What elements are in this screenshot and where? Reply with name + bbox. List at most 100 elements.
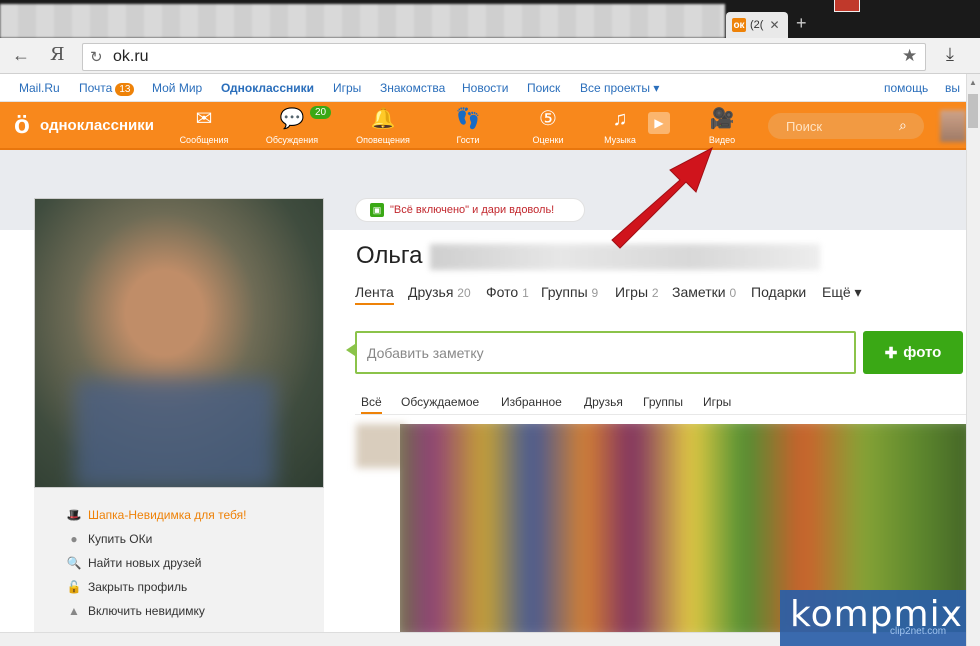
invisible-mode-link[interactable]: ▲ Включить невидимку xyxy=(66,604,205,618)
portal-link-games[interactable]: Игры xyxy=(333,81,361,95)
nav-music[interactable]: ♫ Музыка xyxy=(584,108,656,145)
left-menu-label[interactable]: Шапка-Невидимка для тебя! xyxy=(88,508,246,522)
bookmark-star-icon[interactable]: ★ xyxy=(902,46,917,66)
left-menu-label[interactable]: Закрыть профиль xyxy=(88,580,187,594)
back-arrow-icon[interactable]: ← xyxy=(12,45,30,66)
filter-all[interactable]: Всё xyxy=(361,395,382,414)
nav-notifications[interactable]: 🔔 Оповещения xyxy=(347,108,419,145)
filter-friends[interactable]: Друзья xyxy=(584,395,623,409)
nav-label: Сообщения xyxy=(179,135,229,145)
portal-link-moimir[interactable]: Мой Мир xyxy=(152,81,202,95)
new-tab-icon[interactable]: + xyxy=(796,14,807,32)
profile-photo[interactable] xyxy=(34,198,324,488)
music-icon: ♫ xyxy=(612,108,628,130)
filter-favorites[interactable]: Избранное xyxy=(501,395,562,409)
portal-link-search[interactable]: Поиск xyxy=(527,81,560,95)
filter-divider xyxy=(355,414,966,415)
portal-link-mail[interactable]: Почта 13 xyxy=(79,81,135,96)
tab-photos[interactable]: Фото 1 xyxy=(486,284,529,300)
search-friends-icon: 🔍 xyxy=(66,556,82,570)
discussions-count-badge: 20 xyxy=(310,106,332,119)
tab-label[interactable]: Ещё ▾ xyxy=(822,284,862,300)
promo-text[interactable]: "Всё включено" и дари вдоволь! xyxy=(390,204,554,216)
url-text[interactable]: ok.ru xyxy=(113,48,149,66)
tab-label[interactable]: Группы xyxy=(541,284,588,300)
nav-video[interactable]: 🎥 Видео xyxy=(686,108,758,145)
buy-oki-link[interactable]: ● Купить ОКи xyxy=(66,532,152,546)
promo-banner[interactable]: ▣ "Всё включено" и дари вдоволь! xyxy=(355,198,585,222)
tab-more[interactable]: Ещё ▾ xyxy=(822,284,862,301)
tab-feed[interactable]: Лента xyxy=(355,284,394,305)
vertical-scrollbar[interactable] xyxy=(966,74,980,646)
portal-link-all-projects[interactable]: Все проекты ▾ xyxy=(580,81,659,95)
add-photo-button[interactable]: ✚ фото xyxy=(863,331,963,374)
note-pointer xyxy=(346,344,355,356)
tab-title: (2( xyxy=(750,19,764,31)
nav-guests[interactable]: 👣 Гости xyxy=(432,108,504,145)
photo-clothing-blur xyxy=(75,379,275,487)
portal-link-mail-label[interactable]: Почта xyxy=(79,81,112,95)
reload-icon[interactable]: ↻ xyxy=(90,48,103,66)
feed-avatar[interactable] xyxy=(356,424,406,468)
tab-games[interactable]: Игры 2 xyxy=(615,284,659,300)
tab-notes[interactable]: Заметки 0 xyxy=(672,284,736,300)
add-photo-label: фото xyxy=(903,344,942,361)
video-icon: 🎥 xyxy=(709,108,735,130)
left-menu-label[interactable]: Включить невидимку xyxy=(88,604,205,618)
portal-link-exit[interactable]: вы xyxy=(945,81,960,95)
scroll-up-icon[interactable]: ▲ xyxy=(969,78,977,87)
search-icon[interactable]: ⌕ xyxy=(899,117,907,134)
coins-icon: ● xyxy=(70,532,78,546)
tab-label[interactable]: Друзья xyxy=(408,284,453,300)
tab-label[interactable]: Игры xyxy=(615,284,648,300)
blurred-tabs xyxy=(0,4,725,38)
tab-label[interactable]: Лента xyxy=(355,284,394,300)
plus-icon: ✚ xyxy=(884,344,898,362)
tab-gifts[interactable]: Подарки xyxy=(751,284,806,300)
find-friends-link[interactable]: 🔍 Найти новых друзей xyxy=(66,556,202,570)
tab-ok[interactable]: ок (2( ✕ xyxy=(726,12,788,38)
portal-link-news[interactable]: Новости xyxy=(462,81,508,95)
ok-logo-icon[interactable]: ӧ xyxy=(14,110,34,138)
arrow-shape xyxy=(611,146,713,249)
address-bar[interactable] xyxy=(82,43,926,71)
lock-icon: 🔓 xyxy=(66,580,82,594)
invisible-hat-icon: ▲ xyxy=(68,604,80,618)
portal-link-ok[interactable]: Одноклассники xyxy=(221,81,314,95)
tab-label[interactable]: Подарки xyxy=(751,284,806,300)
scrollbar-thumb[interactable] xyxy=(968,94,978,128)
footprints-icon: 👣 xyxy=(455,108,481,130)
invisible-hat-link[interactable]: 🎩 Шапка-Невидимка для тебя! xyxy=(66,508,247,522)
nav-label: Оценки xyxy=(532,135,564,145)
hat-icon: 🎩 xyxy=(66,508,82,522)
play-icon[interactable]: ▶ xyxy=(648,112,670,134)
nav-messages[interactable]: ✉ Сообщения xyxy=(168,108,240,145)
bell-icon: 🔔 xyxy=(370,108,396,130)
rating-icon: ⑤ xyxy=(539,108,557,130)
tab-count: 9 xyxy=(591,286,599,300)
red-arrow-annotation xyxy=(611,146,713,249)
tab-label[interactable]: Заметки xyxy=(672,284,726,300)
filter-games[interactable]: Игры xyxy=(703,395,731,409)
ok-logo-text[interactable]: одноклассники xyxy=(40,117,154,134)
tab-count: 0 xyxy=(729,286,737,300)
filter-groups[interactable]: Группы xyxy=(643,395,683,409)
window-control-button[interactable] xyxy=(834,0,860,12)
portal-link-mailru[interactable]: Mail.Ru xyxy=(19,81,60,95)
left-menu-label[interactable]: Купить ОКи xyxy=(88,532,152,546)
filter-discussed[interactable]: Обсуждаемое xyxy=(401,395,479,409)
tab-groups[interactable]: Группы 9 xyxy=(541,284,598,300)
tab-friends[interactable]: Друзья 20 xyxy=(408,284,471,300)
tab-close-icon[interactable]: ✕ xyxy=(769,18,779,32)
header-avatar[interactable] xyxy=(940,110,966,142)
yandex-icon[interactable]: Я xyxy=(50,44,65,65)
portal-link-help[interactable]: помощь xyxy=(884,81,928,95)
nav-ratings[interactable]: ⑤ Оценки xyxy=(512,108,584,145)
download-icon[interactable]: ⤓ xyxy=(946,44,954,65)
portal-link-dating[interactable]: Знакомства xyxy=(380,81,445,95)
mail-count-badge: 13 xyxy=(115,83,135,96)
close-profile-link[interactable]: 🔓 Закрыть профиль xyxy=(66,580,188,594)
tab-label[interactable]: Фото xyxy=(486,284,518,300)
left-menu-label[interactable]: Найти новых друзей xyxy=(88,556,202,570)
note-placeholder: Добавить заметку xyxy=(367,345,484,361)
